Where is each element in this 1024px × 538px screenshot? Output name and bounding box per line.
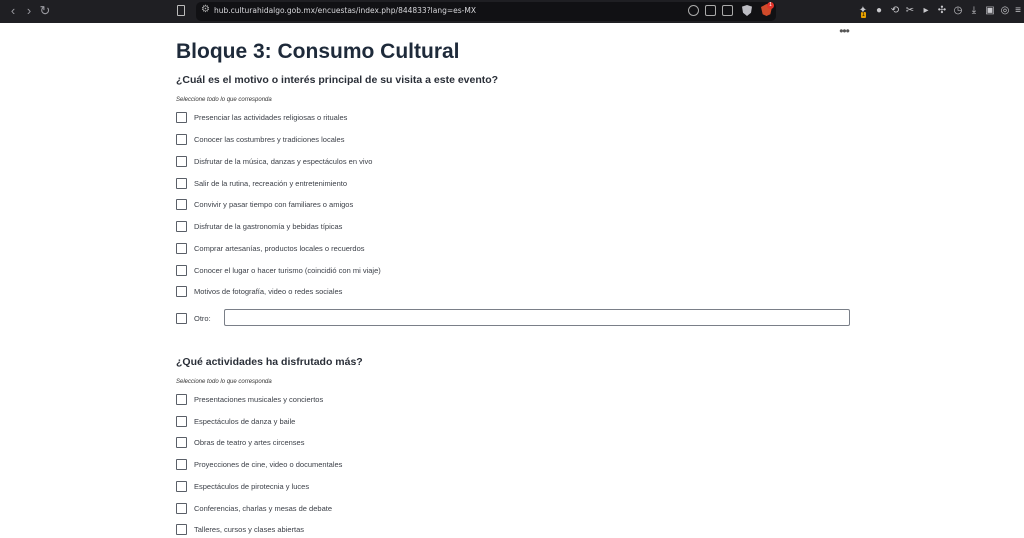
screenshot-extension-icon[interactable]: ✂ [904, 5, 916, 17]
option-label: Espectáculos de pirotecnia y luces [194, 482, 310, 491]
download-icon[interactable]: ⤓ [968, 5, 980, 17]
browser-toolbar: ‹ › ↻ ⚙ hub.culturahidalgo.gob.mx/encues… [0, 0, 1024, 23]
option-label: Espectáculos de danza y baile [194, 417, 296, 426]
q2-option-5[interactable]: Espectáculos de pirotecnia y luces [176, 480, 576, 493]
checkbox[interactable] [176, 437, 187, 448]
q1-option-7[interactable]: Comprar artesanías, productos locales o … [176, 242, 576, 255]
menu-icon[interactable]: ≡ [1012, 5, 1024, 17]
q2-option-4[interactable]: Proyecciones de cine, video o documental… [176, 458, 576, 471]
option-label: Disfrutar de la gastronomía y bebidas tí… [194, 222, 343, 231]
q1-option-other[interactable]: Otro: [176, 312, 216, 325]
option-label: Conocer el lugar o hacer turismo (coinci… [194, 266, 381, 275]
q1-option-6[interactable]: Disfrutar de la gastronomía y bebidas tí… [176, 220, 576, 233]
option-label: Comprar artesanías, productos locales o … [194, 244, 365, 253]
question-1-title: ¿Cuál es el motivo o interés principal d… [176, 74, 499, 86]
checkbox[interactable] [176, 134, 187, 145]
checkbox[interactable] [176, 313, 187, 324]
option-label: Salir de la rutina, recreación y entrete… [194, 179, 347, 188]
q2-option-1[interactable]: Presentaciones musicales y conciertos [176, 393, 576, 406]
back-icon[interactable]: ‹ [5, 3, 21, 19]
option-label: Proyecciones de cine, video o documental… [194, 460, 343, 469]
site-info-icon[interactable]: ⚙ [201, 4, 210, 16]
shields-count-badge: 1 [767, 2, 774, 9]
option-label: Motivos de fotografía, video o redes soc… [194, 287, 343, 296]
q1-option-4[interactable]: Salir de la rutina, recreación y entrete… [176, 177, 576, 190]
zoom-icon[interactable] [688, 5, 699, 16]
option-label: Presenciar las actividades religiosas o … [194, 113, 348, 122]
url-text[interactable]: hub.culturahidalgo.gob.mx/encuestas/inde… [214, 5, 476, 16]
reader-mode-icon[interactable] [705, 5, 716, 16]
page-title: Bloque 3: Consumo Cultural [176, 40, 460, 63]
q1-option-1[interactable]: Presenciar las actividades religiosas o … [176, 111, 576, 124]
q2-option-6[interactable]: Conferencias, charlas y mesas de debate [176, 502, 576, 515]
forward-icon[interactable]: › [21, 3, 37, 19]
extension-badge: 1 [861, 12, 866, 18]
q2-option-7[interactable]: Talleres, cursos y clases abiertas [176, 523, 576, 536]
other-label: Otro: [194, 314, 211, 323]
option-label: Presentaciones musicales y conciertos [194, 395, 324, 404]
checkbox[interactable] [176, 156, 187, 167]
other-text-input[interactable] [224, 309, 850, 326]
checkbox[interactable] [176, 459, 187, 470]
option-label: Conocer las costumbres y tradiciones loc… [194, 135, 345, 144]
q1-option-5[interactable]: Convivir y pasar tiempo con familiares o… [176, 198, 576, 211]
question-2-title: ¿Qué actividades ha disfrutado más? [176, 356, 363, 368]
checkbox[interactable] [176, 199, 187, 210]
option-label: Talleres, cursos y clases abiertas [194, 525, 305, 534]
question-1-hint: Seleccione todo lo que corresponda [176, 97, 272, 103]
checkbox[interactable] [176, 286, 187, 297]
bookmark-icon[interactable] [177, 5, 185, 16]
checkbox[interactable] [176, 503, 187, 514]
q2-option-2[interactable]: Espectáculos de danza y baile [176, 415, 576, 428]
checkbox[interactable] [176, 416, 187, 427]
puzzle-extension-icon[interactable]: ✣ [936, 5, 948, 17]
option-label: Obras de teatro y artes circenses [194, 438, 305, 447]
checkbox[interactable] [176, 221, 187, 232]
checkbox[interactable] [176, 265, 187, 276]
checkbox[interactable] [176, 243, 187, 254]
q2-option-3[interactable]: Obras de teatro y artes circenses [176, 436, 576, 449]
more-options-icon[interactable]: ••• [836, 24, 852, 38]
option-label: Disfrutar de la música, danzas y espectá… [194, 157, 373, 166]
q1-option-2[interactable]: Conocer las costumbres y tradiciones loc… [176, 133, 576, 146]
q1-option-3[interactable]: Disfrutar de la música, danzas y espectá… [176, 155, 576, 168]
history-icon[interactable]: ◷ [952, 5, 964, 17]
q1-option-8[interactable]: Conocer el lugar o hacer turismo (coinci… [176, 264, 576, 277]
checkbox[interactable] [176, 112, 187, 123]
media-extension-icon[interactable]: ▸ [920, 5, 932, 17]
option-label: Convivir y pasar tiempo con familiares o… [194, 200, 354, 209]
reload-icon[interactable]: ↻ [37, 3, 53, 19]
option-label: Conferencias, charlas y mesas de debate [194, 504, 332, 513]
q1-option-9[interactable]: Motivos de fotografía, video o redes soc… [176, 285, 576, 298]
vpn-icon[interactable]: ◎ [999, 5, 1011, 17]
question-2-hint: Seleccione todo lo que corresponda [176, 379, 272, 385]
share-icon[interactable] [722, 5, 733, 16]
translate-extension-icon[interactable]: ⟲ [889, 5, 901, 17]
cookie-extension-icon[interactable]: ● [873, 5, 885, 17]
checkbox[interactable] [176, 481, 187, 492]
checkbox[interactable] [176, 178, 187, 189]
checkbox[interactable] [176, 524, 187, 535]
sidebar-icon[interactable]: ▣ [984, 5, 996, 17]
checkbox[interactable] [176, 394, 187, 405]
